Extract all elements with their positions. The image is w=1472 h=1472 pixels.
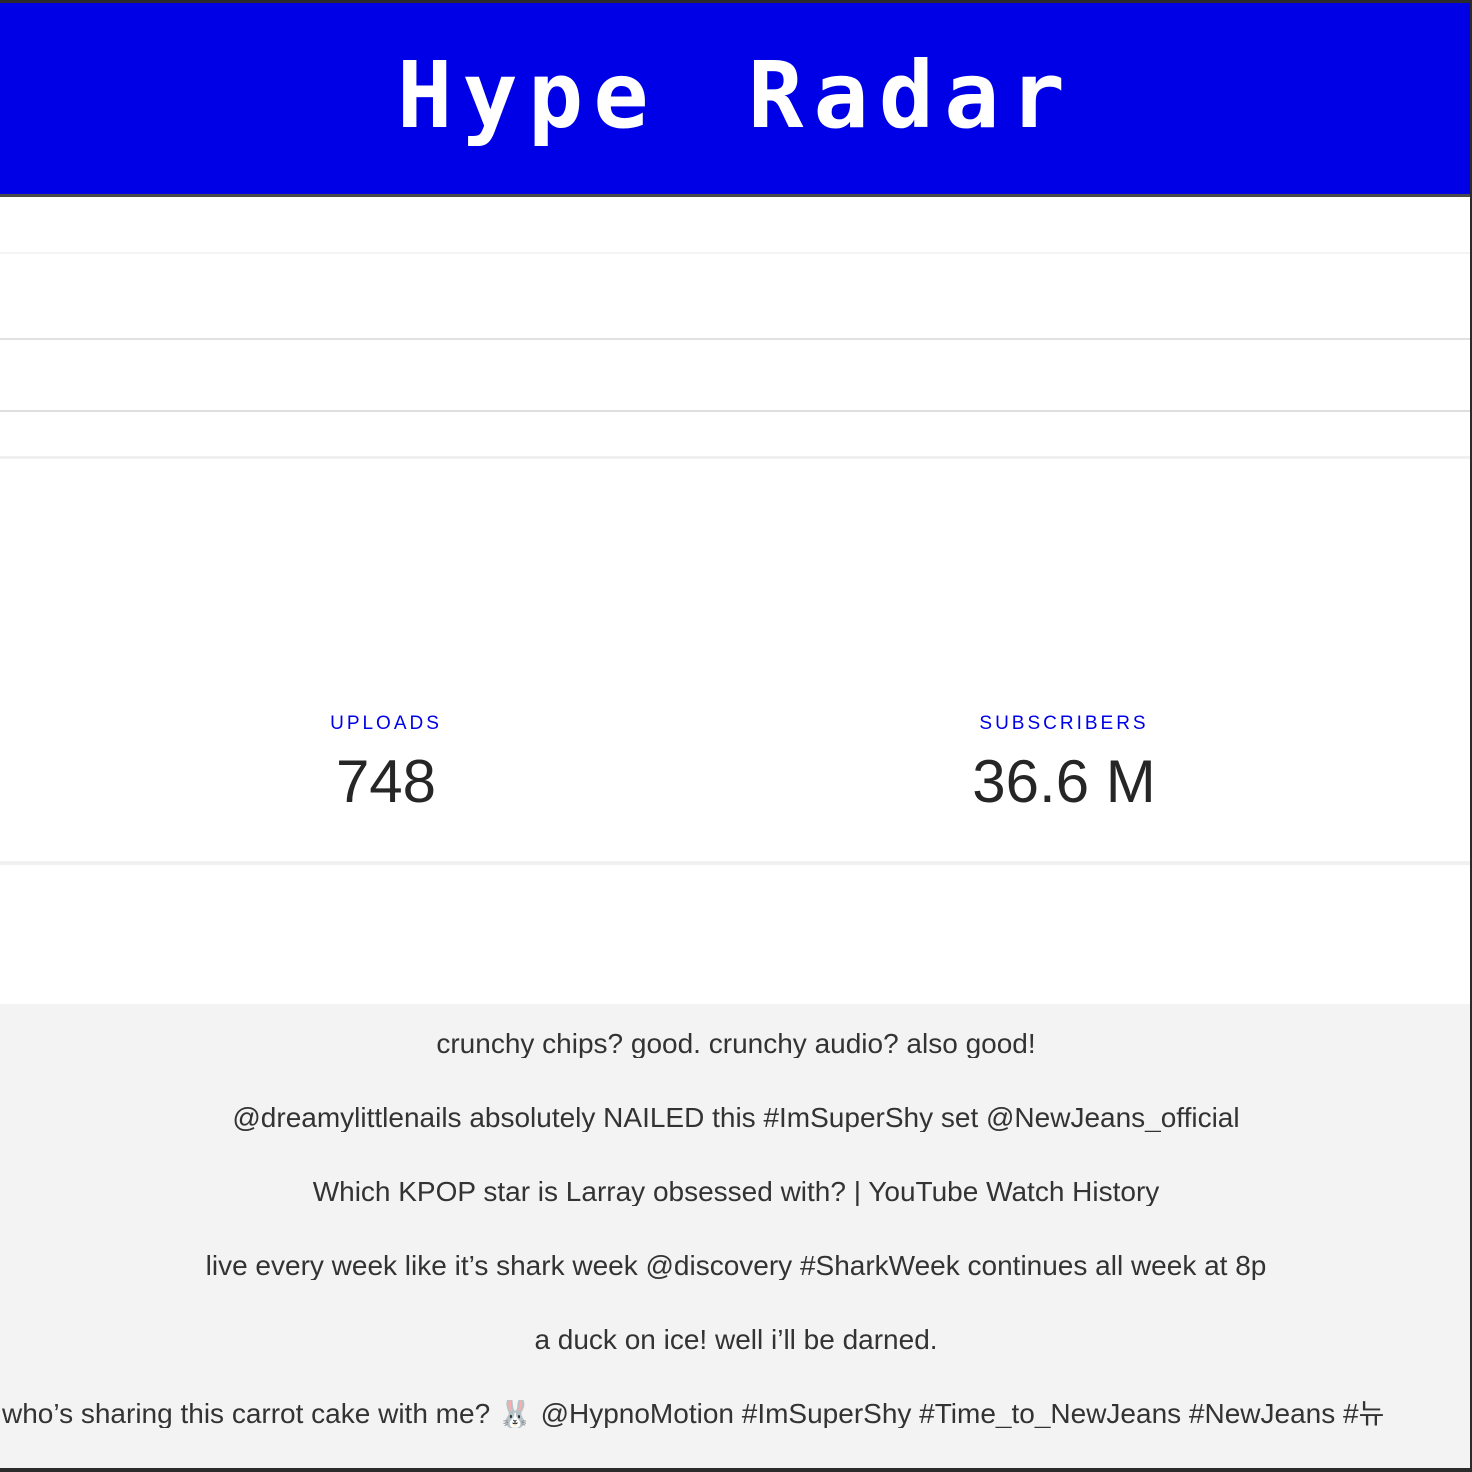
page: Hype Radar UPLOADS 748 SUBSCRIBERS 36.6 … <box>0 0 1472 1472</box>
uploads-stat: UPLOADS 748 <box>186 714 586 812</box>
feed-item[interactable]: who’s sharing this carrot cake with me? … <box>0 1400 1472 1428</box>
uploads-label: UPLOADS <box>330 713 442 734</box>
divider <box>0 861 1472 865</box>
subscribers-label: SUBSCRIBERS <box>979 713 1149 734</box>
feed-item[interactable]: live every week like it’s shark week @di… <box>0 1252 1472 1280</box>
feed-item[interactable]: a duck on ice! well i’ll be darned. <box>0 1326 1472 1354</box>
feed-item[interactable]: crunchy chips? good. crunchy audio? also… <box>0 1030 1472 1058</box>
uploads-value: 748 <box>335 748 437 815</box>
subscribers-stat: SUBSCRIBERS 36.6 M <box>864 714 1264 812</box>
app-header: Hype Radar <box>0 3 1472 197</box>
divider <box>0 410 1472 412</box>
subscribers-value: 36.6 M <box>972 748 1156 815</box>
divider <box>0 456 1472 459</box>
feed-item[interactable]: @dreamylittlenails absolutely NAILED thi… <box>0 1104 1472 1132</box>
divider <box>0 338 1472 340</box>
app-title: Hype Radar <box>397 41 1075 149</box>
stats-panel: UPLOADS 748 SUBSCRIBERS 36.6 M <box>0 700 1472 830</box>
divider <box>0 252 1472 254</box>
bottom-border <box>0 1468 1472 1472</box>
video-feed: crunchy chips? good. crunchy audio? also… <box>0 1004 1472 1468</box>
feed-item[interactable]: Which KPOP star is Larray obsessed with?… <box>0 1178 1472 1206</box>
